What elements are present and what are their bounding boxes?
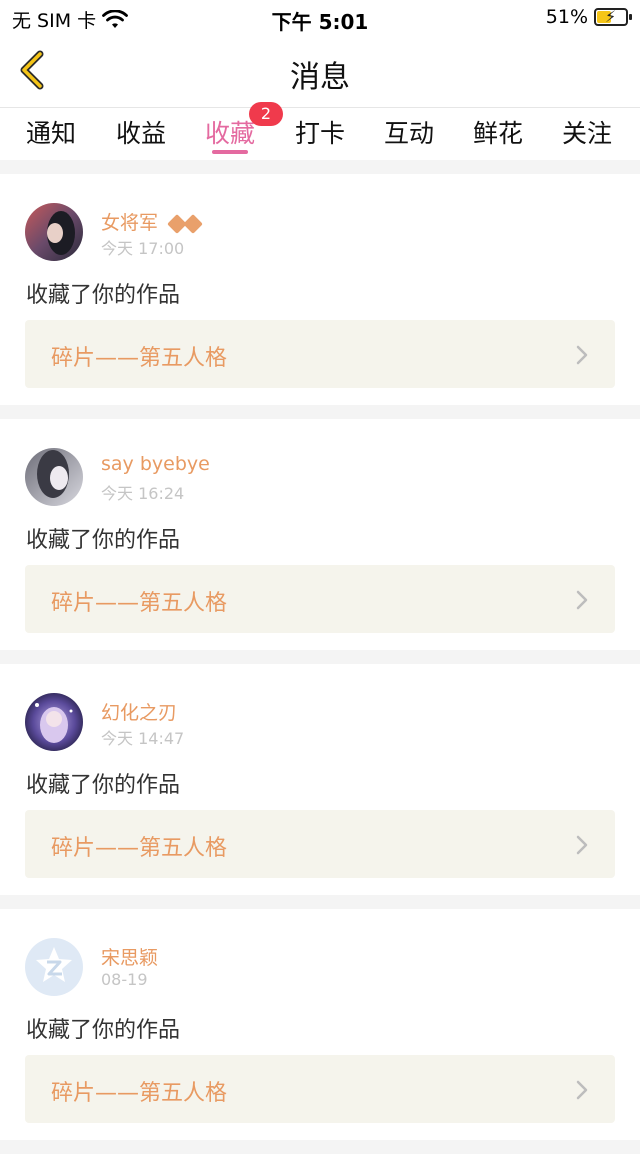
username-text: 宋思颖 — [101, 947, 159, 969]
tab-interactions[interactable]: 互动 — [384, 114, 434, 150]
work-title: 碎片——第五人格 — [51, 836, 228, 861]
tab-flowers[interactable]: 鲜花 — [473, 114, 523, 150]
timestamp: 今天 17:00 — [101, 239, 185, 258]
tab-following[interactable]: 关注 — [562, 114, 612, 150]
status-bar: 无 SIM 卡 下午 5:01 51% ⚡ — [0, 0, 640, 34]
list-item: 宋思颖 08-19 收藏了你的作品 碎片——第五人格 — [0, 909, 640, 1140]
work-title: 碎片——第五人格 — [51, 346, 228, 371]
username-text: 女将军 — [101, 212, 159, 234]
work-link[interactable]: 碎片——第五人格 — [25, 810, 615, 878]
battery-charging-icon: ⚡ — [594, 7, 632, 26]
tab-checkin[interactable]: 打卡 — [295, 114, 345, 150]
work-link[interactable]: 碎片——第五人格 — [25, 1055, 615, 1123]
username-text: 幻化之刃 — [101, 702, 178, 724]
work-title: 碎片——第五人格 — [51, 1081, 228, 1106]
chevron-right-icon — [576, 835, 588, 855]
username[interactable]: 宋思颖 — [101, 943, 158, 970]
chevron-right-icon — [576, 590, 588, 610]
message-text: 收藏了你的作品 — [26, 1018, 181, 1043]
tab-favorites-badge: 2 — [249, 102, 283, 126]
tab-earnings[interactable]: 收益 — [116, 114, 166, 150]
avatar[interactable] — [25, 448, 83, 506]
list-item: 女将军 今天 17:00 收藏了你的作品 碎片——第五人格 — [0, 174, 640, 405]
active-tab-indicator — [212, 150, 248, 154]
tab-favorites[interactable]: 收藏 — [205, 114, 255, 150]
message-text: 收藏了你的作品 — [26, 283, 181, 308]
default-avatar-icon — [25, 938, 83, 996]
page-title: 消息 — [290, 60, 350, 95]
chevron-right-icon — [576, 345, 588, 365]
timestamp: 今天 14:47 — [101, 729, 185, 748]
status-right: 51% ⚡ — [545, 6, 632, 28]
avatar-image — [25, 693, 83, 751]
message-text: 收藏了你的作品 — [26, 773, 181, 798]
avatar[interactable] — [25, 938, 83, 996]
chevron-right-icon — [576, 1080, 588, 1100]
status-time: 下午 5:01 — [271, 10, 369, 34]
tab-bar: 通知 收益 收藏 2 打卡 互动 鲜花 关注 — [0, 102, 640, 160]
tab-notifications[interactable]: 通知 — [26, 114, 76, 150]
avatar-image — [25, 203, 83, 261]
list-item: 幻化之刃 今天 14:47 收藏了你的作品 碎片——第五人格 — [0, 664, 640, 895]
avatar[interactable] — [25, 693, 83, 751]
username[interactable]: 幻化之刃 — [101, 698, 177, 725]
favorites-feed: 女将军 今天 17:00 收藏了你的作品 碎片——第五人格 say byebye… — [0, 160, 640, 1154]
timestamp: 08-19 — [101, 970, 148, 989]
work-link[interactable]: 碎片——第五人格 — [25, 565, 615, 633]
list-item: say byebye 今天 16:24 收藏了你的作品 碎片——第五人格 — [0, 419, 640, 650]
vip-badges — [167, 213, 203, 234]
timestamp: 今天 16:24 — [101, 484, 185, 503]
work-link[interactable]: 碎片——第五人格 — [25, 320, 615, 388]
vip-diamond-icon — [183, 213, 203, 234]
charging-bolt-icon: ⚡ — [605, 7, 617, 26]
username[interactable]: say byebye — [101, 453, 210, 475]
avatar-image — [25, 448, 83, 506]
username-text: say byebye — [101, 453, 210, 475]
battery-percent: 51% — [545, 6, 588, 28]
nav-bar: 消息 — [0, 34, 640, 108]
avatar[interactable] — [25, 203, 83, 261]
username[interactable]: 女将军 — [101, 208, 203, 235]
work-title: 碎片——第五人格 — [51, 591, 228, 616]
message-text: 收藏了你的作品 — [26, 528, 181, 553]
